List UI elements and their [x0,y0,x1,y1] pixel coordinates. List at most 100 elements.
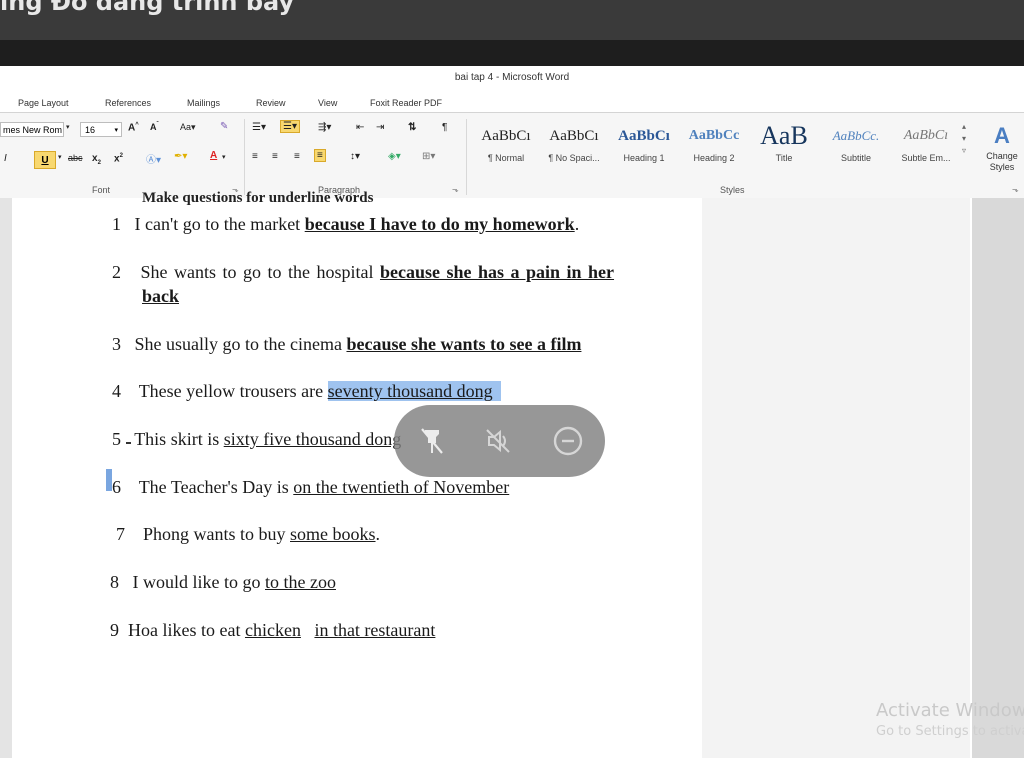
item-text: This skirt is [134,429,224,449]
strikethrough-icon[interactable]: abc [68,153,83,163]
video-controls-overlay [394,405,605,477]
list-item: 6 The Teacher's Day is on the twentieth … [112,477,509,498]
clear-format-icon[interactable]: ✎ [220,121,228,132]
underlined-phrase: to the zoo [265,572,336,592]
shading-icon[interactable]: ◈▾ [388,151,401,162]
item-text: Hoa likes to eat [128,620,245,640]
text-effects-icon[interactable]: Ⓐ▾ [146,151,161,166]
tab-review[interactable]: Review [256,98,286,108]
page-right-margin [702,198,970,758]
italic-icon[interactable]: I [4,153,7,164]
style-preview: AaBbCc. [832,128,880,143]
underlined-phrase: because she wants to see a film [346,334,582,354]
underlined-phrase: on the twentieth of November [293,477,510,497]
grow-font-icon[interactable]: A^ [128,122,139,133]
style-subtle-emphasis[interactable]: AaBbCı Subtle Em... [892,119,960,175]
mute-icon[interactable] [482,425,514,457]
show-formatting-icon[interactable]: ¶ [442,122,447,133]
presenter-title: ing Đó đang trình bày [0,0,295,16]
item-text: The Teacher's Day is [138,477,294,497]
list-item: 5 This skirt is sixty five thousand dong [112,429,401,450]
underlined-phrase: because she has a pain in her [379,262,615,282]
item-text: These yellow trousers are [138,381,328,401]
list-item: 4 These yellow trousers are seventy thou… [112,381,501,402]
group-divider [466,119,467,195]
list-item-continuation: back [142,286,179,307]
tab-view[interactable]: View [318,98,337,108]
increase-indent-icon[interactable]: ⇥ [376,122,384,133]
scroll-area[interactable] [972,198,1024,758]
superscript-icon[interactable]: x2 [114,153,123,164]
underline-dropdown-icon[interactable]: ▾ [58,153,62,161]
presentation-bar: ing Đó đang trình bày [0,0,1024,40]
ribbon-tabs: Page Layout References Mailings Review V… [0,90,1024,112]
font-name-box[interactable]: mes New Rom [0,122,64,137]
item-text: She usually go to the cinema [134,334,347,354]
style-name: Subtle Em... [901,153,951,163]
tab-foxit[interactable]: Foxit Reader PDF [370,98,442,108]
change-styles-button[interactable]: A Change Styles [980,121,1024,185]
style-subtitle[interactable]: AaBbCc. Subtitle [822,119,890,175]
activation-watermark-subtitle: Go to Settings to activate [876,724,1024,739]
subscript-icon[interactable]: x2 [92,153,101,166]
paragraph-dialog-launcher-icon[interactable]: ⬎ [452,185,459,194]
style-preview: AaBbCı [549,128,599,144]
underlined-phrase: in that restaurant [314,620,436,640]
item-text: Phong wants to buy [143,524,291,544]
style-title[interactable]: AaB Title [750,119,818,175]
font-color-dropdown-icon[interactable]: ▾ [222,153,226,161]
change-styles-icon: A [994,123,1010,148]
tab-mailings[interactable]: Mailings [187,98,220,108]
decrease-indent-icon[interactable]: ⇤ [356,122,364,133]
sort-icon[interactable]: ⇅ [408,122,416,133]
font-group-label: Font [92,185,111,195]
style-name: Title [775,153,793,163]
line-spacing-icon[interactable]: ↕▾ [350,151,360,162]
document-area: Make questions for underline words 1 I c… [0,190,1024,758]
dark-band [0,40,1024,66]
style-normal[interactable]: AaBbCı ¶ Normal [472,119,540,175]
item-number: 9 [110,620,119,640]
item-text: . [574,214,580,234]
tab-references[interactable]: References [105,98,151,108]
highlight-color-icon[interactable]: ✒▾ [174,151,187,162]
align-left-icon[interactable]: ≡ [252,151,258,162]
underlined-phrase: sixty five thousand dong [223,429,402,449]
font-size-box[interactable]: 16 ▾ [80,122,122,137]
unpin-icon[interactable] [416,425,448,457]
align-center-icon[interactable]: ≡ [272,151,278,162]
tab-page-layout[interactable]: Page Layout [18,98,69,108]
item-number: 5 [112,429,121,449]
style-name: Heading 1 [623,153,665,163]
numbering-icon[interactable]: ☰▾ [280,120,300,133]
justify-icon[interactable]: ≡ [314,149,326,162]
style-no-spacing[interactable]: AaBbCı ¶ No Spaci... [540,119,608,175]
underlined-phrase: back [142,286,180,306]
item-text: I can't go to the market [134,214,305,234]
style-name: ¶ No Spaci... [548,153,600,163]
font-name-dropdown-icon[interactable]: ▾ [66,123,70,131]
bullets-icon[interactable]: ☰▾ [252,122,266,133]
selected-phrase[interactable]: seventy thousand dong [327,381,501,401]
document-title: bai tap 4 - Microsoft Word [454,72,570,83]
underlined-phrase: some books [290,524,376,544]
item-number: 8 [110,572,119,592]
underline-button[interactable]: U [34,151,56,169]
shrink-font-icon[interactable]: Aˇ [150,122,159,132]
font-color-icon[interactable]: A [210,150,217,161]
styles-dialog-launcher-icon[interactable]: ⬎ [1012,185,1019,194]
exercise-heading: Make questions for underline words [142,190,374,206]
style-heading-2[interactable]: AaBbCc Heading 2 [680,119,748,175]
style-heading-1[interactable]: AaBbCı Heading 1 [610,119,678,175]
align-right-icon[interactable]: ≡ [294,151,300,162]
minimize-icon[interactable] [552,425,584,457]
underlined-phrase: chicken [244,620,301,640]
list-item: 8 I would like to go to the zoo [110,572,336,593]
multilevel-list-icon[interactable]: ⇶▾ [318,122,331,133]
style-name: Heading 2 [693,153,735,163]
change-case-icon[interactable]: Aa▾ [180,122,196,133]
borders-icon[interactable]: ⊞▾ [422,151,435,162]
item-number: 6 [112,477,121,497]
styles-scroll-icon[interactable]: ▴ ▾ ▿ [962,121,966,157]
item-text: I would like to go [132,572,265,592]
